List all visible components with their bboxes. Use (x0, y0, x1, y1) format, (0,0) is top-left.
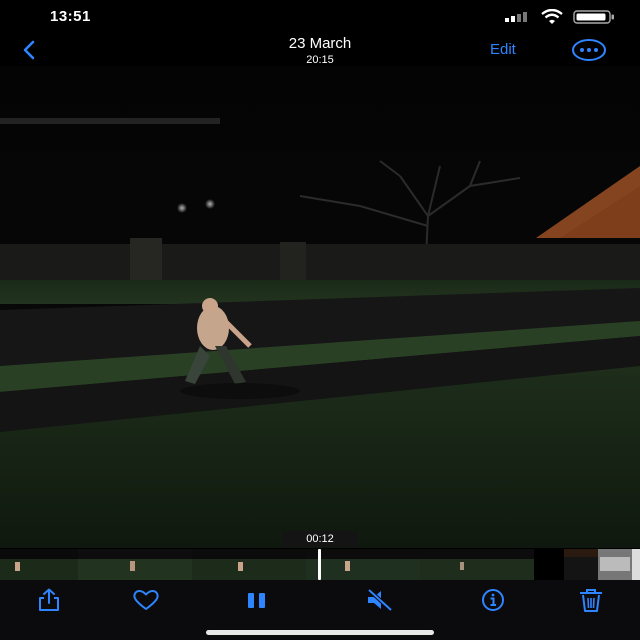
share-icon[interactable] (34, 588, 64, 612)
battery-icon (573, 10, 614, 24)
filmstrip-frame (598, 549, 632, 580)
speaker-muted-icon[interactable] (365, 588, 395, 612)
status-bar: 13:51 (0, 0, 640, 32)
title-block: 23 March 20:15 (220, 35, 420, 67)
playhead-handle[interactable] (318, 549, 321, 580)
cellular-signal-icon (505, 12, 527, 22)
wifi-icon (541, 9, 563, 24)
filmstrip-frame (192, 549, 306, 580)
trash-icon[interactable] (576, 588, 606, 612)
ellipsis-circle-icon[interactable] (571, 38, 607, 62)
edit-button[interactable]: Edit (490, 41, 516, 58)
filmstrip-frame (632, 549, 640, 580)
filmstrip-frame (0, 549, 78, 580)
filmstrip-frame (564, 549, 598, 580)
status-time: 13:51 (50, 8, 91, 25)
home-indicator[interactable] (206, 630, 434, 635)
info-icon[interactable] (478, 588, 508, 612)
page-subtitle: 20:15 (306, 54, 334, 66)
video-scene (0, 66, 640, 548)
chevron-left-icon[interactable] (18, 38, 42, 62)
filmstrip-frame (306, 549, 420, 580)
filmstrip-frame (78, 549, 192, 580)
video-frame[interactable] (0, 66, 640, 548)
nav-bar: 23 March 20:15 Edit (0, 32, 640, 66)
video-timecode: 00:12 (282, 531, 358, 547)
pause-icon[interactable] (242, 588, 272, 612)
page-title: 23 March (288, 35, 352, 52)
filmstrip-frame (420, 549, 534, 580)
heart-icon[interactable] (131, 588, 161, 612)
